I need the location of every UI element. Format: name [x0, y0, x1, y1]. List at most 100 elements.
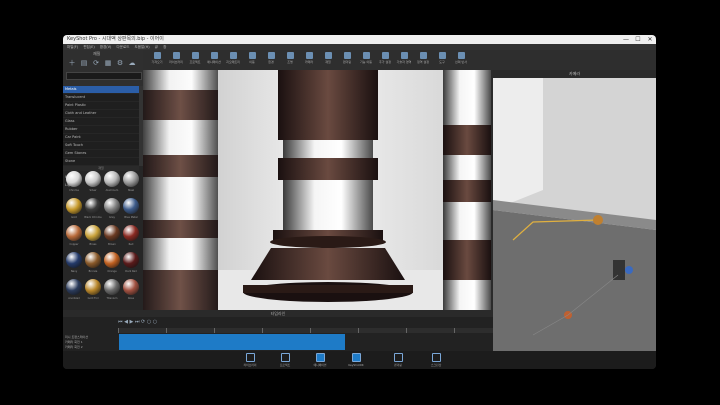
list-item[interactable]: Translucent — [63, 94, 139, 102]
material-swatch[interactable] — [123, 252, 139, 268]
title-bar: KeyShot Pro - 시대액 상판목의.bip - 이어이 — ☐ ✕ — [63, 35, 656, 44]
toolbar-button-label: 도구 — [439, 60, 445, 64]
material-swatch[interactable] — [85, 225, 101, 241]
toolbar-button[interactable]: 가져오기 — [149, 51, 165, 69]
material-swatch-label: Grey — [109, 216, 115, 219]
material-swatch[interactable] — [85, 171, 101, 187]
minimize-button[interactable]: — — [620, 35, 632, 44]
close-button[interactable]: ✕ — [644, 35, 656, 44]
material-swatch[interactable] — [66, 279, 82, 295]
toolbar-button[interactable]: 추가 설정 — [377, 51, 393, 69]
menu-window[interactable]: 창 — [163, 45, 166, 49]
list-item[interactable]: Cloth and Leather — [63, 110, 139, 118]
material-swatch-label: Titanium — [106, 297, 118, 300]
material-swatch[interactable] — [104, 171, 120, 187]
material-swatch[interactable] — [66, 252, 82, 268]
settings-icon[interactable]: ⚙ — [115, 58, 125, 68]
bottom-toolbar-button[interactable]: 라이브러리 — [233, 353, 267, 368]
material-swatch[interactable] — [66, 198, 82, 214]
list-item[interactable]: Paint Plastic — [63, 102, 139, 110]
maximize-button[interactable]: ☐ — [632, 35, 644, 44]
toolbar-button-label: 라이브러리 — [169, 60, 183, 64]
animation-clip[interactable] — [119, 334, 345, 350]
material-swatch[interactable] — [66, 225, 82, 241]
app-window: KeyShot Pro - 시대액 상판목의.bip - 이어이 — ☐ ✕ 파… — [63, 35, 656, 369]
toolbar-button[interactable]: 기술자 영역 — [396, 51, 412, 69]
grid-icon[interactable]: ▦ — [103, 58, 113, 68]
toolbar-button[interactable]: 애니메이션 — [206, 51, 222, 69]
lighting-icon — [286, 52, 294, 59]
folder-icon[interactable]: ▤ — [79, 58, 89, 68]
menu-download[interactable]: 다운로드 — [117, 45, 130, 49]
toolbar-button[interactable]: 환경 — [263, 51, 279, 69]
list-item[interactable]: Metals — [63, 86, 139, 94]
list-item[interactable]: Soft Touch — [63, 142, 139, 150]
list-item[interactable]: Stone — [63, 158, 139, 166]
cloud-icon[interactable]: ☁ — [127, 58, 137, 68]
list-item[interactable]: Car Paint — [63, 134, 139, 142]
toolbar-button-label: 선택 반사 — [455, 60, 467, 64]
material-swatch[interactable] — [104, 252, 120, 268]
list-item[interactable]: Rubber — [63, 126, 139, 134]
toolbar-button[interactable]: 카메라 — [301, 51, 317, 69]
toolbar-button[interactable]: 도구 — [434, 51, 450, 69]
menu-queue[interactable]: 큐 — [155, 45, 158, 49]
material-swatch[interactable] — [123, 279, 139, 295]
screenshot-icon — [431, 353, 441, 362]
feature-icon — [362, 52, 370, 59]
playback-controls[interactable]: ⏮ ◀ ▶ ⏭ ⟳ ○ ○ — [118, 319, 157, 326]
ruler-tick — [262, 328, 263, 333]
material-swatch-label: Orange — [107, 270, 117, 273]
toolbar-button[interactable]: 지오메트리 — [225, 51, 241, 69]
material-swatch[interactable] — [85, 198, 101, 214]
material-swatch[interactable] — [123, 225, 139, 241]
bottom-toolbar-button[interactable]: KeyShotXR — [339, 353, 373, 368]
bottom-toolbar-button[interactable]: 렌더링 — [381, 353, 415, 368]
toolbar-button[interactable]: 이동 — [244, 51, 260, 69]
material-category-list: Metals Translucent Paint Plastic Cloth and … — [63, 86, 139, 190]
toolbar-button[interactable]: 렌더링 — [339, 51, 355, 69]
bottom-toolbar-label: 프로젝트 — [279, 363, 291, 367]
toolbar-button-label: 조명 — [287, 60, 293, 64]
toolbar-button[interactable]: 프로젝트 — [187, 51, 203, 69]
toolbar-button[interactable]: 기능 이동 — [358, 51, 374, 69]
camera-inset-viewport[interactable] — [493, 70, 656, 351]
toolbar-button[interactable]: 라이브러리 — [168, 51, 184, 69]
library-search-input[interactable] — [66, 72, 142, 80]
bottom-toolbar-label: KeyShotXR — [348, 363, 364, 367]
menu-edit[interactable]: 편집(E) — [83, 45, 94, 49]
material-swatch-label: Blue Metal — [124, 216, 138, 219]
menu-file[interactable]: 파일(F) — [67, 45, 78, 49]
list-item[interactable]: Glass — [63, 118, 139, 126]
toolbar-button[interactable]: 재질 — [320, 51, 336, 69]
bottom-toolbar: 라이브러리 프로젝트 애니메이션 KeyShotXR 렌더링 스크린샷 — [63, 351, 656, 369]
animation-timeline: ⏮ ◀ ▶ ⏭ ⟳ ○ ○ 미니 트랜스레이션 카메라 회전 1 카메라 회전 … — [63, 317, 493, 351]
timeline-ruler[interactable] — [118, 328, 493, 333]
menu-environment[interactable]: 환경(V) — [100, 45, 112, 49]
material-swatch[interactable] — [123, 171, 139, 187]
material-swatch[interactable] — [104, 225, 120, 241]
material-swatch[interactable] — [66, 171, 82, 187]
library-icon — [245, 353, 255, 362]
add-icon[interactable]: ＋ — [67, 58, 77, 68]
material-swatch[interactable] — [85, 279, 101, 295]
toolbar-button[interactable]: 정역 설정 — [415, 51, 431, 69]
material-swatch[interactable] — [85, 252, 101, 268]
bottom-toolbar-button[interactable]: 스크린샷 — [419, 353, 453, 368]
bottom-toolbar-button[interactable]: 애니메이션 — [303, 353, 337, 368]
render-viewport[interactable] — [143, 70, 491, 310]
menu-help[interactable]: 도움말(H) — [135, 45, 150, 49]
material-swatch[interactable] — [104, 198, 120, 214]
toolbar-button[interactable]: 조명 — [282, 51, 298, 69]
material-swatch[interactable] — [123, 198, 139, 214]
bottom-toolbar-button[interactable]: 프로젝트 — [268, 353, 302, 368]
material-swatch-label: Dark Red — [125, 270, 137, 273]
material-swatch[interactable] — [104, 279, 120, 295]
list-item[interactable]: Gem Stones — [63, 150, 139, 158]
material-swatch-label: Anodized — [68, 297, 80, 300]
sync-icon[interactable]: ⟳ — [91, 58, 101, 68]
timeline-title: 타임라인 — [63, 310, 493, 317]
toolbar-button[interactable]: 선택 반사 — [453, 51, 469, 69]
library-icon — [172, 52, 180, 59]
window-title: KeyShot Pro - 시대액 상판목의.bip - 이어이 — [67, 36, 164, 42]
